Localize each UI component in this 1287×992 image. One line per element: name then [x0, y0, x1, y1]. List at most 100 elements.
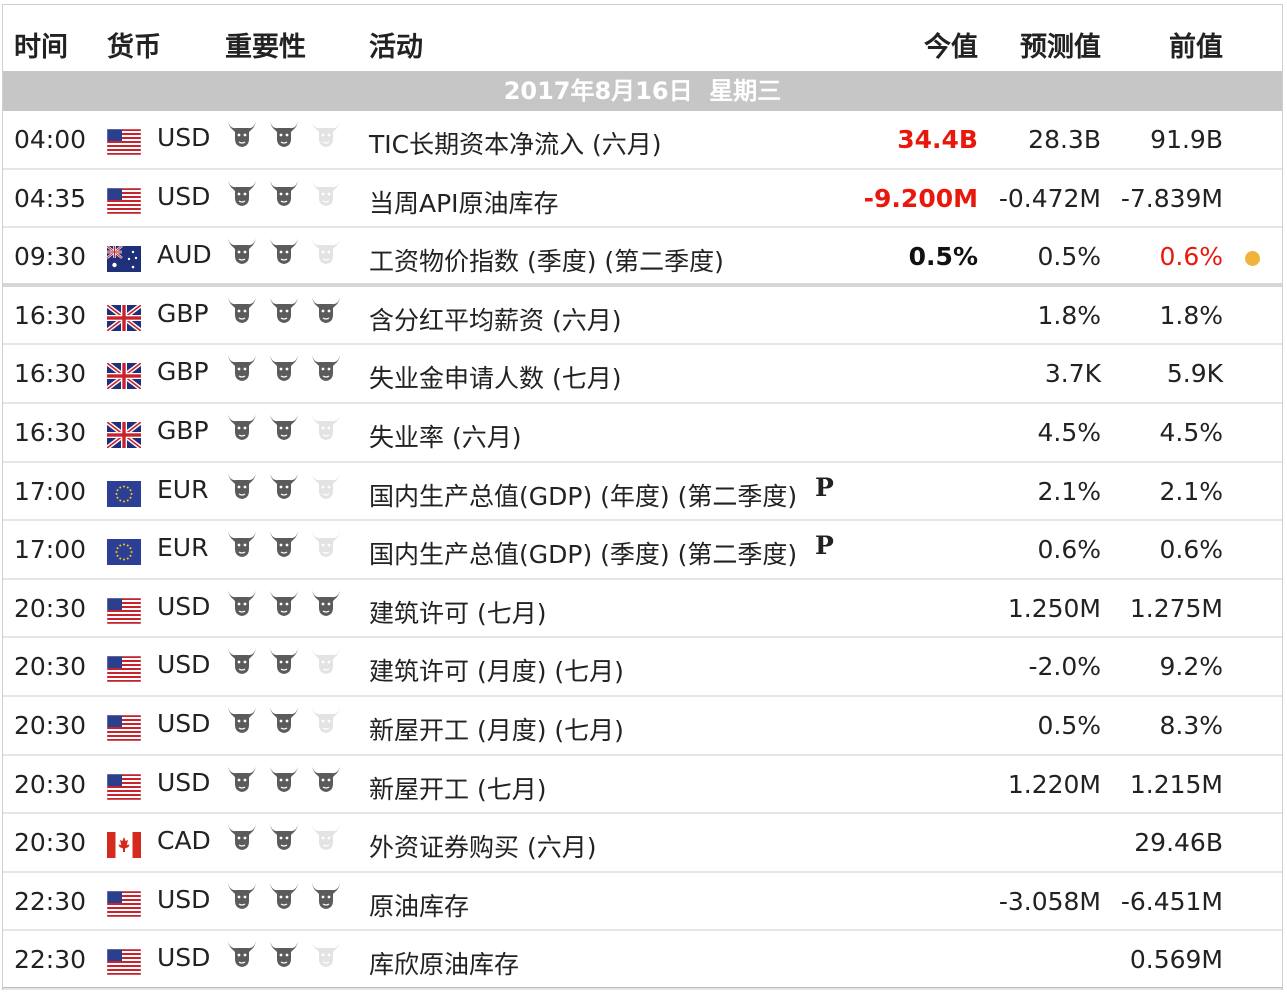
gb-flag-icon — [105, 361, 143, 392]
importance-rating — [225, 877, 343, 917]
table-row[interactable]: 22:30 USD 库欣原油库存 0.569M — [3, 931, 1282, 990]
bull-icon — [309, 760, 343, 794]
bull-icon — [225, 818, 259, 852]
header-time: 时间 — [14, 32, 68, 63]
importance-rating — [225, 291, 343, 331]
event-name[interactable]: 原油库存 — [369, 887, 469, 923]
bull-icon — [267, 467, 301, 501]
forecast-value: 1.8% — [1037, 300, 1101, 330]
au-flag-icon — [106, 245, 141, 273]
event-name[interactable]: 新屋开工 (七月) — [369, 770, 546, 806]
header-importance: 重要性 — [225, 32, 306, 63]
bull-icon — [309, 291, 343, 325]
event-name[interactable]: 国内生产总值(GDP) (年度) (第二季度) — [369, 477, 797, 513]
importance-rating — [225, 584, 343, 624]
table-row[interactable]: 16:30 GBP 含分红平均薪资 (六月) 1.8% 1.8% — [3, 287, 1282, 346]
actual-value: -9.200M — [863, 183, 978, 213]
event-name[interactable]: 失业金申请人数 (七月) — [369, 359, 621, 395]
event-time: 20:30 — [14, 769, 87, 799]
table-row[interactable]: 20:30 USD 新屋开工 (七月) 1.220M 1.215M — [3, 756, 1282, 815]
table-row[interactable]: 17:00 EUR 国内生产总值(GDP) (季度) (第二季度) P 0.6% 0.6% — [3, 521, 1282, 580]
table-row[interactable]: 04:35 USD 当周API原油库存 -9.200M -0.472M -7.839M — [3, 170, 1282, 229]
event-time: 22:30 — [14, 945, 87, 975]
bull-icon — [267, 935, 301, 969]
event-time: 09:30 — [14, 242, 87, 272]
revision-indicator-icon — [1245, 251, 1260, 267]
previous-value: 0.6% — [1159, 242, 1223, 272]
bull-icon — [267, 174, 301, 208]
date-band: 2017年8月16日 星期三 — [3, 71, 1282, 111]
bull-icon — [225, 935, 259, 969]
table-row[interactable]: 22:30 USD 原油库存 -3.058M -6.451M — [3, 873, 1282, 932]
header-currency: 货币 — [107, 32, 161, 63]
bull-icon — [267, 232, 301, 266]
previous-value: 29.46B — [1134, 828, 1223, 858]
bull-icon — [309, 701, 343, 735]
forecast-value: -3.058M — [998, 886, 1101, 916]
event-name[interactable]: 新屋开工 (月度) (七月) — [369, 711, 624, 747]
forecast-value: 2.1% — [1037, 476, 1101, 506]
currency-code: EUR — [157, 533, 209, 563]
table-row[interactable]: 20:30 USD 建筑许可 (月度) (七月) -2.0% 9.2% — [3, 638, 1282, 697]
event-name[interactable]: 工资物价指数 (季度) (第二季度) — [369, 242, 724, 278]
bull-icon — [225, 701, 259, 735]
currency-code: GBP — [157, 357, 209, 387]
event-name[interactable]: 库欣原油库存 — [369, 945, 519, 981]
forecast-value: 4.5% — [1037, 417, 1101, 447]
table-row[interactable]: 09:30 AUD 工资物价指数 (季度) (第二季度) 0.5% 0.5% 0.6% — [3, 228, 1282, 287]
previous-value: -7.839M — [1120, 183, 1223, 213]
importance-rating — [225, 174, 343, 214]
gb-flag-icon — [105, 420, 143, 450]
table-row[interactable]: 20:30 USD 建筑许可 (七月) 1.250M 1.275M — [3, 580, 1282, 639]
event-name[interactable]: 含分红平均薪资 (六月) — [369, 301, 621, 337]
event-name[interactable]: 国内生产总值(GDP) (季度) (第二季度) — [369, 535, 797, 571]
event-name[interactable]: 失业率 (六月) — [369, 418, 521, 454]
bull-icon — [309, 408, 343, 442]
bull-icon — [309, 115, 343, 149]
currency-code: CAD — [157, 826, 211, 856]
event-time: 17:00 — [14, 476, 87, 506]
previous-value: 2.1% — [1159, 476, 1223, 506]
preliminary-badge: P — [815, 531, 834, 561]
bull-icon — [309, 584, 343, 618]
header-forecast: 预测值 — [1020, 32, 1101, 63]
event-name[interactable]: 当周API原油库存 — [369, 184, 559, 220]
table-row[interactable]: 16:30 GBP 失业率 (六月) 4.5% 4.5% — [3, 404, 1282, 463]
previous-value: 1.275M — [1129, 593, 1223, 623]
event-name[interactable]: 建筑许可 (七月) — [369, 594, 546, 630]
bull-icon — [309, 174, 343, 208]
event-name[interactable]: 建筑许可 (月度) (七月) — [369, 652, 624, 688]
actual-value: 0.5% — [908, 242, 978, 272]
eu-flag-icon — [107, 480, 141, 507]
table-row[interactable]: 20:30 CAD 外资证券购买 (六月) 29.46B — [3, 814, 1282, 873]
us-flag-icon — [106, 949, 142, 976]
currency-code: USD — [157, 884, 211, 914]
bull-icon — [225, 408, 259, 442]
currency-code: GBP — [157, 298, 209, 328]
event-time: 04:35 — [14, 183, 87, 213]
us-flag-icon — [106, 656, 142, 683]
bull-icon — [267, 349, 301, 383]
currency-code: AUD — [157, 240, 212, 270]
table-row[interactable]: 04:00 USD TIC长期资本净流入 (六月) 34.4B 28.3B 91.9B — [3, 111, 1282, 170]
actual-value: 34.4B — [897, 125, 978, 154]
bull-icon — [309, 818, 343, 852]
table-row[interactable]: 20:30 USD 新屋开工 (月度) (七月) 0.5% 8.3% — [3, 697, 1282, 756]
event-time: 20:30 — [14, 828, 87, 858]
forecast-value: 1.250M — [1007, 593, 1101, 623]
event-name[interactable]: 外资证券购买 (六月) — [369, 828, 596, 864]
event-name[interactable]: TIC长期资本净流入 (六月) — [369, 125, 662, 161]
bull-icon — [309, 877, 343, 911]
table-row[interactable]: 17:00 EUR 国内生产总值(GDP) (年度) (第二季度) P 2.1% 2.1% — [3, 463, 1282, 522]
previous-value: 9.2% — [1159, 652, 1223, 682]
eu-flag-icon — [107, 539, 141, 566]
importance-rating — [225, 935, 343, 975]
economic-calendar-table: 时间 货币 重要性 活动 今值 预测值 前值 2017年8月16日 星期三 04… — [2, 4, 1283, 990]
bull-icon — [267, 291, 301, 325]
event-time: 16:30 — [14, 300, 87, 330]
forecast-value: 1.220M — [1007, 769, 1101, 799]
table-row[interactable]: 16:30 GBP 失业金申请人数 (七月) 3.7K 5.9K — [3, 345, 1282, 404]
us-flag-icon — [106, 597, 142, 625]
forecast-value: 3.7K — [1044, 359, 1101, 389]
previous-value: 1.8% — [1159, 300, 1223, 330]
